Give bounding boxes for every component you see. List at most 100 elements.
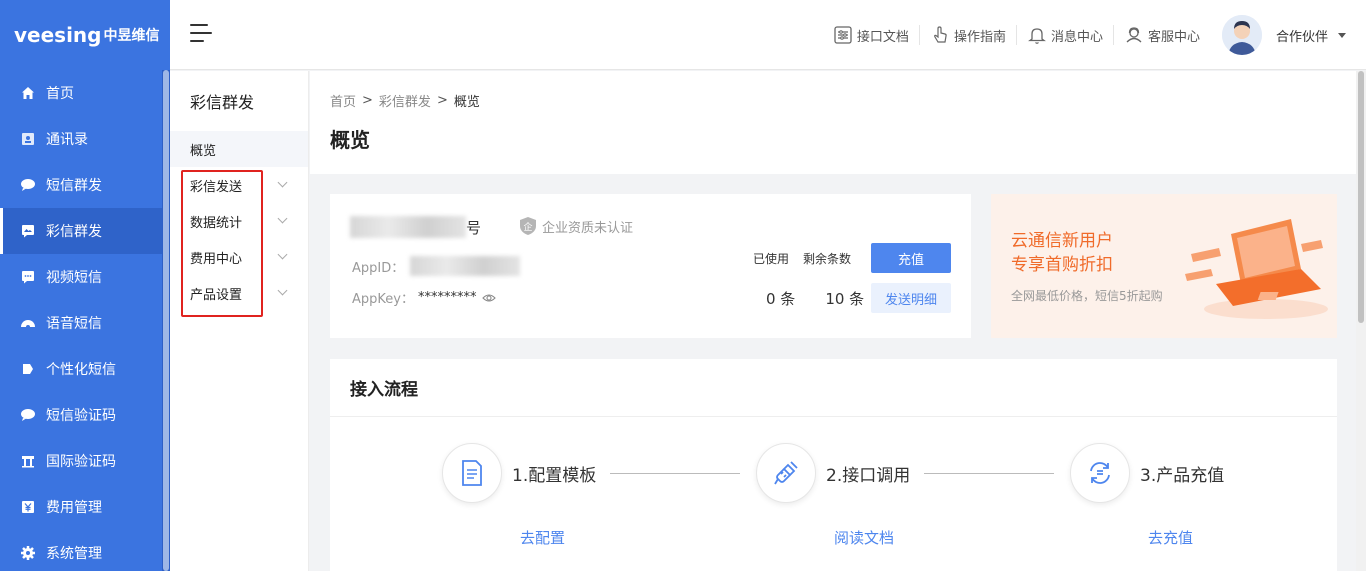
guide-label: 操作指南	[953, 29, 1006, 45]
sidebar-item-home[interactable]: 首页	[0, 70, 170, 116]
main-sidebar: veesing 中昱维信 首页 通讯录 短信群发 彩信群发 视频短信 语音短信 …	[0, 0, 170, 571]
redacted-account-name	[350, 216, 466, 238]
submenu-item-label: 数据统计	[190, 215, 243, 231]
support-center-link[interactable]: 客服中心	[1114, 25, 1210, 45]
breadcrumb: 首页 > 彩信群发 > 概览	[330, 91, 1336, 110]
contacts-icon	[20, 131, 36, 147]
header-actions: 接口文档 操作指南 消息中心 客服中心 合作伙伴	[823, 0, 1346, 70]
step-connector	[924, 473, 1054, 474]
breadcrumb-current: 概览	[453, 95, 480, 110]
remaining-value: 10 条	[825, 290, 865, 308]
flow-title: 接入流程	[330, 359, 1337, 417]
sidebar-item-contacts[interactable]: 通讯录	[0, 116, 170, 162]
submenu-item-settings[interactable]: 产品设置	[170, 275, 308, 311]
account-name: 号	[350, 216, 481, 238]
brand-logo[interactable]: veesing 中昱维信	[0, 0, 170, 70]
chevron-down-icon	[277, 177, 288, 188]
sidebar-item-label: 语音短信	[46, 316, 102, 332]
sms-icon	[20, 177, 36, 193]
guide-link[interactable]: 操作指南	[920, 25, 1017, 45]
step-label: 3.产品充值	[1140, 465, 1225, 486]
sidebar-item-system[interactable]: 系统管理	[0, 530, 170, 571]
breadcrumb-parent[interactable]: 彩信群发	[379, 91, 431, 110]
submenu-item-billing[interactable]: 费用中心	[170, 239, 308, 275]
document-icon	[442, 443, 502, 503]
sms-code-icon	[20, 407, 36, 423]
appid-label: AppID：	[352, 260, 405, 276]
submenu-item-mms-send[interactable]: 彩信发送	[170, 167, 308, 203]
video-sms-icon	[20, 269, 36, 285]
top-header: 接口文档 操作指南 消息中心 客服中心 合作伙伴	[170, 0, 1366, 70]
user-name[interactable]: 合作伙伴	[1276, 26, 1328, 45]
sidebar-item-label: 系统管理	[46, 546, 102, 562]
certification-status[interactable]: 企 企业资质未认证	[518, 216, 633, 236]
page-scrollbar-thumb[interactable]	[1358, 71, 1364, 323]
avatar[interactable]	[1221, 15, 1262, 55]
support-center-label: 客服中心	[1147, 29, 1200, 45]
chevron-down-icon[interactable]	[1338, 32, 1346, 38]
flow-step-api: 2.接口调用	[756, 443, 910, 503]
recharge-button[interactable]: 充值	[871, 243, 951, 273]
sidebar-scrollbar[interactable]	[162, 70, 170, 571]
submenu-title: 彩信群发	[190, 93, 255, 112]
promo-title-line1: 云通信新用户	[1011, 231, 1113, 251]
sidebar-item-sms-code[interactable]: 短信验证码	[0, 392, 170, 438]
submenu-item-label: 费用中心	[190, 251, 243, 267]
sidebar-item-label: 短信验证码	[46, 408, 116, 424]
used-value: 0 条	[766, 290, 796, 308]
send-detail-button[interactable]: 发送明细	[871, 283, 951, 313]
flow-step-recharge: 3.产品充值	[1070, 443, 1224, 503]
chevron-down-icon	[277, 213, 288, 224]
sidebar-item-sms[interactable]: 短信群发	[0, 162, 170, 208]
step-connector	[610, 473, 740, 474]
sidebar-item-label: 视频短信	[46, 270, 102, 286]
svg-text:企: 企	[523, 221, 532, 233]
api-doc-label: 接口文档	[856, 29, 909, 45]
usage-labels: 已使用 剩余条数	[753, 250, 865, 267]
voice-sms-icon	[20, 315, 36, 331]
sidebar-item-billing[interactable]: 费用管理	[0, 484, 170, 530]
flow-step-template: 1.配置模板	[442, 443, 596, 503]
message-center-label: 消息中心	[1050, 29, 1103, 45]
laptop-illustration-icon	[1185, 219, 1328, 319]
step-label: 2.接口调用	[826, 465, 911, 486]
menu-toggle-icon[interactable]	[190, 24, 212, 44]
mms-icon	[20, 223, 36, 239]
submenu-item-statistics[interactable]: 数据统计	[170, 203, 308, 239]
promo-banner[interactable]: 云通信新用户 专享首购折扣 全网最低价格，短信5折起购	[991, 194, 1337, 338]
sidebar-scrollbar-thumb[interactable]	[163, 70, 169, 571]
page-scrollbar[interactable]	[1356, 71, 1366, 571]
api-doc-link[interactable]: 接口文档	[823, 25, 920, 45]
sidebar-item-label: 国际验证码	[46, 454, 116, 470]
sidebar-item-voice-sms[interactable]: 语音短信	[0, 300, 170, 346]
recharge-link[interactable]: 去充值	[1148, 527, 1193, 548]
sidebar-item-video-sms[interactable]: 视频短信	[0, 254, 170, 300]
submenu-item-label: 概览	[190, 143, 217, 159]
breadcrumb-separator: >	[362, 93, 373, 108]
submenu-item-overview[interactable]: 概览	[170, 131, 308, 167]
message-center-link[interactable]: 消息中心	[1017, 25, 1114, 45]
breadcrumb-home[interactable]: 首页	[330, 91, 356, 110]
integration-flow-card: 接入流程 1.配置模板 去配置 2.接口调用 阅读文档 3.产品充值 去充值	[330, 359, 1337, 571]
api-doc-icon	[833, 25, 853, 45]
breadcrumb-separator: >	[436, 93, 448, 108]
support-icon	[1124, 25, 1144, 45]
sidebar-item-label: 费用管理	[46, 500, 102, 516]
remaining-label: 剩余条数	[803, 252, 852, 266]
configure-link[interactable]: 去配置	[520, 527, 565, 548]
appkey-label: AppKey：	[352, 292, 414, 307]
refresh-icon	[1070, 443, 1130, 503]
sidebar-item-personalized-sms[interactable]: 个性化短信	[0, 346, 170, 392]
sidebar-item-mms[interactable]: 彩信群发	[0, 208, 170, 254]
shield-icon: 企	[518, 216, 538, 236]
personalized-sms-icon	[20, 361, 36, 377]
appid-row: AppID：	[352, 256, 521, 276]
plug-icon	[756, 443, 816, 503]
appkey-mask: *********	[417, 290, 477, 305]
sidebar-item-international-code[interactable]: 国际验证码	[0, 438, 170, 484]
main-content: 首页 > 彩信群发 > 概览 概览 号 企 企业资质未认证 AppID： App…	[310, 71, 1356, 571]
chevron-down-icon	[277, 249, 288, 260]
read-docs-link[interactable]: 阅读文档	[834, 527, 894, 548]
eye-icon[interactable]	[482, 291, 497, 305]
page-title: 概览	[330, 128, 370, 152]
